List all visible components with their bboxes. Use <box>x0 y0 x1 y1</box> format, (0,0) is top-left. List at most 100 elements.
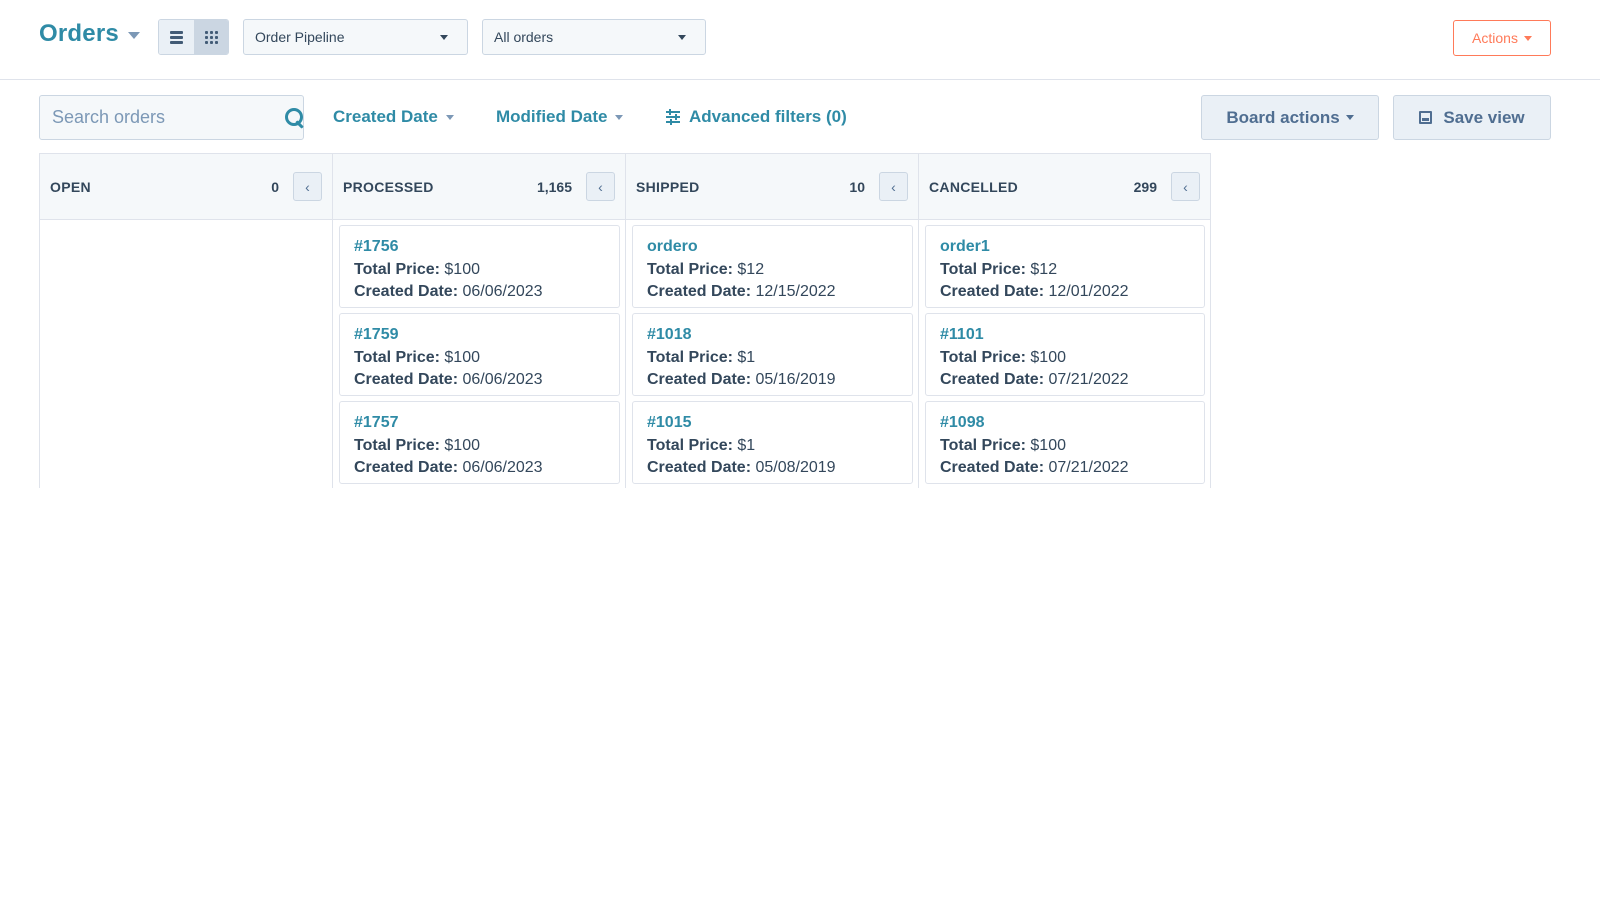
column-count: 1,165 <box>536 178 572 195</box>
total-price-value: $100 <box>444 261 480 278</box>
order-title-link[interactable]: order1 <box>940 237 1190 257</box>
created-date-label: Created Date: <box>647 371 752 388</box>
order-title-link[interactable]: #1098 <box>940 413 1190 433</box>
modified-date-filter[interactable]: Modified Date <box>496 105 624 129</box>
grid-icon <box>204 30 218 44</box>
column-header: SHIPPED 10 ‹ <box>626 153 918 220</box>
order-title-link[interactable]: #1757 <box>354 413 605 433</box>
total-price-value: $100 <box>444 437 480 454</box>
save-view-button[interactable]: Save view <box>1393 95 1551 140</box>
created-date-value: 05/08/2019 <box>755 459 836 476</box>
created-date-label: Created Date: <box>940 459 1045 476</box>
column-header: CANCELLED 299 ‹ <box>919 153 1210 220</box>
actions-button[interactable]: Actions <box>1453 20 1551 56</box>
view-toggle <box>158 19 229 55</box>
column-name: CANCELLED <box>929 178 1019 195</box>
collapse-column-button[interactable]: ‹ <box>293 172 322 201</box>
column-name: OPEN <box>50 178 91 195</box>
total-price-label: Total Price: <box>647 261 733 278</box>
pipeline-select-value: Order Pipeline <box>255 29 345 45</box>
order-card[interactable]: #1098 Total Price: $100 Created Date: 07/2… <box>925 401 1205 484</box>
column-count: 10 <box>849 178 865 195</box>
caret-down-icon <box>1523 35 1532 41</box>
created-date-row: Created Date: 06/06/2023 <box>354 369 605 391</box>
total-price-row: Total Price: $100 <box>940 435 1190 457</box>
created-date-label: Created Date: <box>940 371 1045 388</box>
total-price-value: $12 <box>737 261 765 278</box>
advanced-filters-button[interactable]: Advanced filters (0) <box>666 105 847 129</box>
search-icon[interactable] <box>284 107 303 129</box>
order-card[interactable]: order1 Total Price: $12 Created Date: 12/0… <box>925 225 1205 308</box>
total-price-label: Total Price: <box>354 261 440 278</box>
caret-down-icon <box>440 34 448 40</box>
column-name: PROCESSED <box>343 178 434 195</box>
column-count: 0 <box>271 178 279 195</box>
column-header: PROCESSED 1,165 ‹ <box>333 153 625 220</box>
board-column-shipped: SHIPPED 10 ‹ ordero Total Price: $12 Created … <box>625 153 918 488</box>
total-price-value: $100 <box>1030 349 1066 366</box>
total-price-row: Total Price: $100 <box>354 347 605 369</box>
created-date-row: Created Date: 06/06/2023 <box>354 281 605 303</box>
save-icon <box>1419 111 1433 124</box>
order-title-link[interactable]: ordero <box>647 237 898 257</box>
created-date-label: Created Date: <box>647 283 752 300</box>
created-date-value: 06/06/2023 <box>462 371 543 388</box>
column-body: order1 Total Price: $12 Created Date: 12/0… <box>919 220 1210 484</box>
search-box <box>39 95 304 140</box>
total-price-row: Total Price: $1 <box>647 347 898 369</box>
order-card[interactable]: #1759 Total Price: $100 Created Date: 06/0… <box>339 313 620 396</box>
created-date-filter[interactable]: Created Date <box>333 105 454 129</box>
order-title-link[interactable]: #1018 <box>647 325 898 345</box>
created-date-row: Created Date: 05/16/2019 <box>647 369 898 391</box>
total-price-label: Total Price: <box>647 349 733 366</box>
created-date-value: 05/16/2019 <box>755 371 836 388</box>
pipeline-select[interactable]: Order Pipeline <box>243 19 468 55</box>
column-name: SHIPPED <box>636 178 700 195</box>
created-date-label: Created Date: <box>354 371 459 388</box>
collapse-column-button[interactable]: ‹ <box>879 172 908 201</box>
collapse-column-button[interactable]: ‹ <box>1171 172 1200 201</box>
collapse-column-button[interactable]: ‹ <box>586 172 615 201</box>
board-column-processed: PROCESSED 1,165 ‹ #1756 Total Price: $100 Cre… <box>332 153 625 488</box>
save-view-label: Save view <box>1443 107 1525 127</box>
order-title-link[interactable]: #1101 <box>940 325 1190 345</box>
order-title-link[interactable]: #1756 <box>354 237 605 257</box>
total-price-label: Total Price: <box>940 349 1026 366</box>
column-body: #1756 Total Price: $100 Created Date: 06/0… <box>333 220 625 484</box>
created-date-value: 07/21/2022 <box>1048 459 1129 476</box>
list-view-button[interactable] <box>159 20 194 54</box>
created-date-row: Created Date: 07/21/2022 <box>940 457 1190 479</box>
caret-down-icon <box>445 114 454 120</box>
chevron-left-icon: ‹ <box>891 178 896 195</box>
order-card[interactable]: ordero Total Price: $12 Created Date: 12/1… <box>632 225 913 308</box>
modified-date-filter-label: Modified Date <box>496 107 608 126</box>
order-card[interactable]: #1101 Total Price: $100 Created Date: 07/2… <box>925 313 1205 396</box>
pipeline-board: OPEN 0 ‹ PROCESSED 1,165 ‹ #1756 Total Price: $… <box>39 153 1211 488</box>
total-price-row: Total Price: $100 <box>354 259 605 281</box>
order-card[interactable]: #1757 Total Price: $100 Created Date: 06/0… <box>339 401 620 484</box>
order-title-link[interactable]: #1759 <box>354 325 605 345</box>
search-input[interactable] <box>52 107 284 128</box>
created-date-label: Created Date: <box>647 459 752 476</box>
total-price-value: $1 <box>737 437 756 454</box>
total-price-label: Total Price: <box>940 437 1026 454</box>
order-card[interactable]: #1018 Total Price: $1 Created Date: 05/16/… <box>632 313 913 396</box>
order-card[interactable]: #1015 Total Price: $1 Created Date: 05/08/… <box>632 401 913 484</box>
order-card[interactable]: #1756 Total Price: $100 Created Date: 06/0… <box>339 225 620 308</box>
total-price-value: $12 <box>1030 261 1058 278</box>
caret-down-icon <box>678 34 686 40</box>
top-header: Orders Order Pipeline All orders Actions <box>0 0 1600 80</box>
view-select[interactable]: All orders <box>482 19 706 55</box>
board-column-open: OPEN 0 ‹ <box>39 153 332 488</box>
actions-button-label: Actions <box>1472 30 1518 46</box>
order-title-link[interactable]: #1015 <box>647 413 898 433</box>
total-price-row: Total Price: $1 <box>647 435 898 457</box>
board-actions-button[interactable]: Board actions <box>1201 95 1379 140</box>
object-title-dropdown[interactable]: Orders <box>39 20 140 48</box>
chevron-left-icon: ‹ <box>598 178 603 195</box>
board-view-button[interactable] <box>193 20 228 54</box>
total-price-row: Total Price: $100 <box>940 347 1190 369</box>
list-icon <box>169 30 183 44</box>
created-date-label: Created Date: <box>940 283 1045 300</box>
advanced-filters-label: Advanced filters (0) <box>689 107 847 126</box>
